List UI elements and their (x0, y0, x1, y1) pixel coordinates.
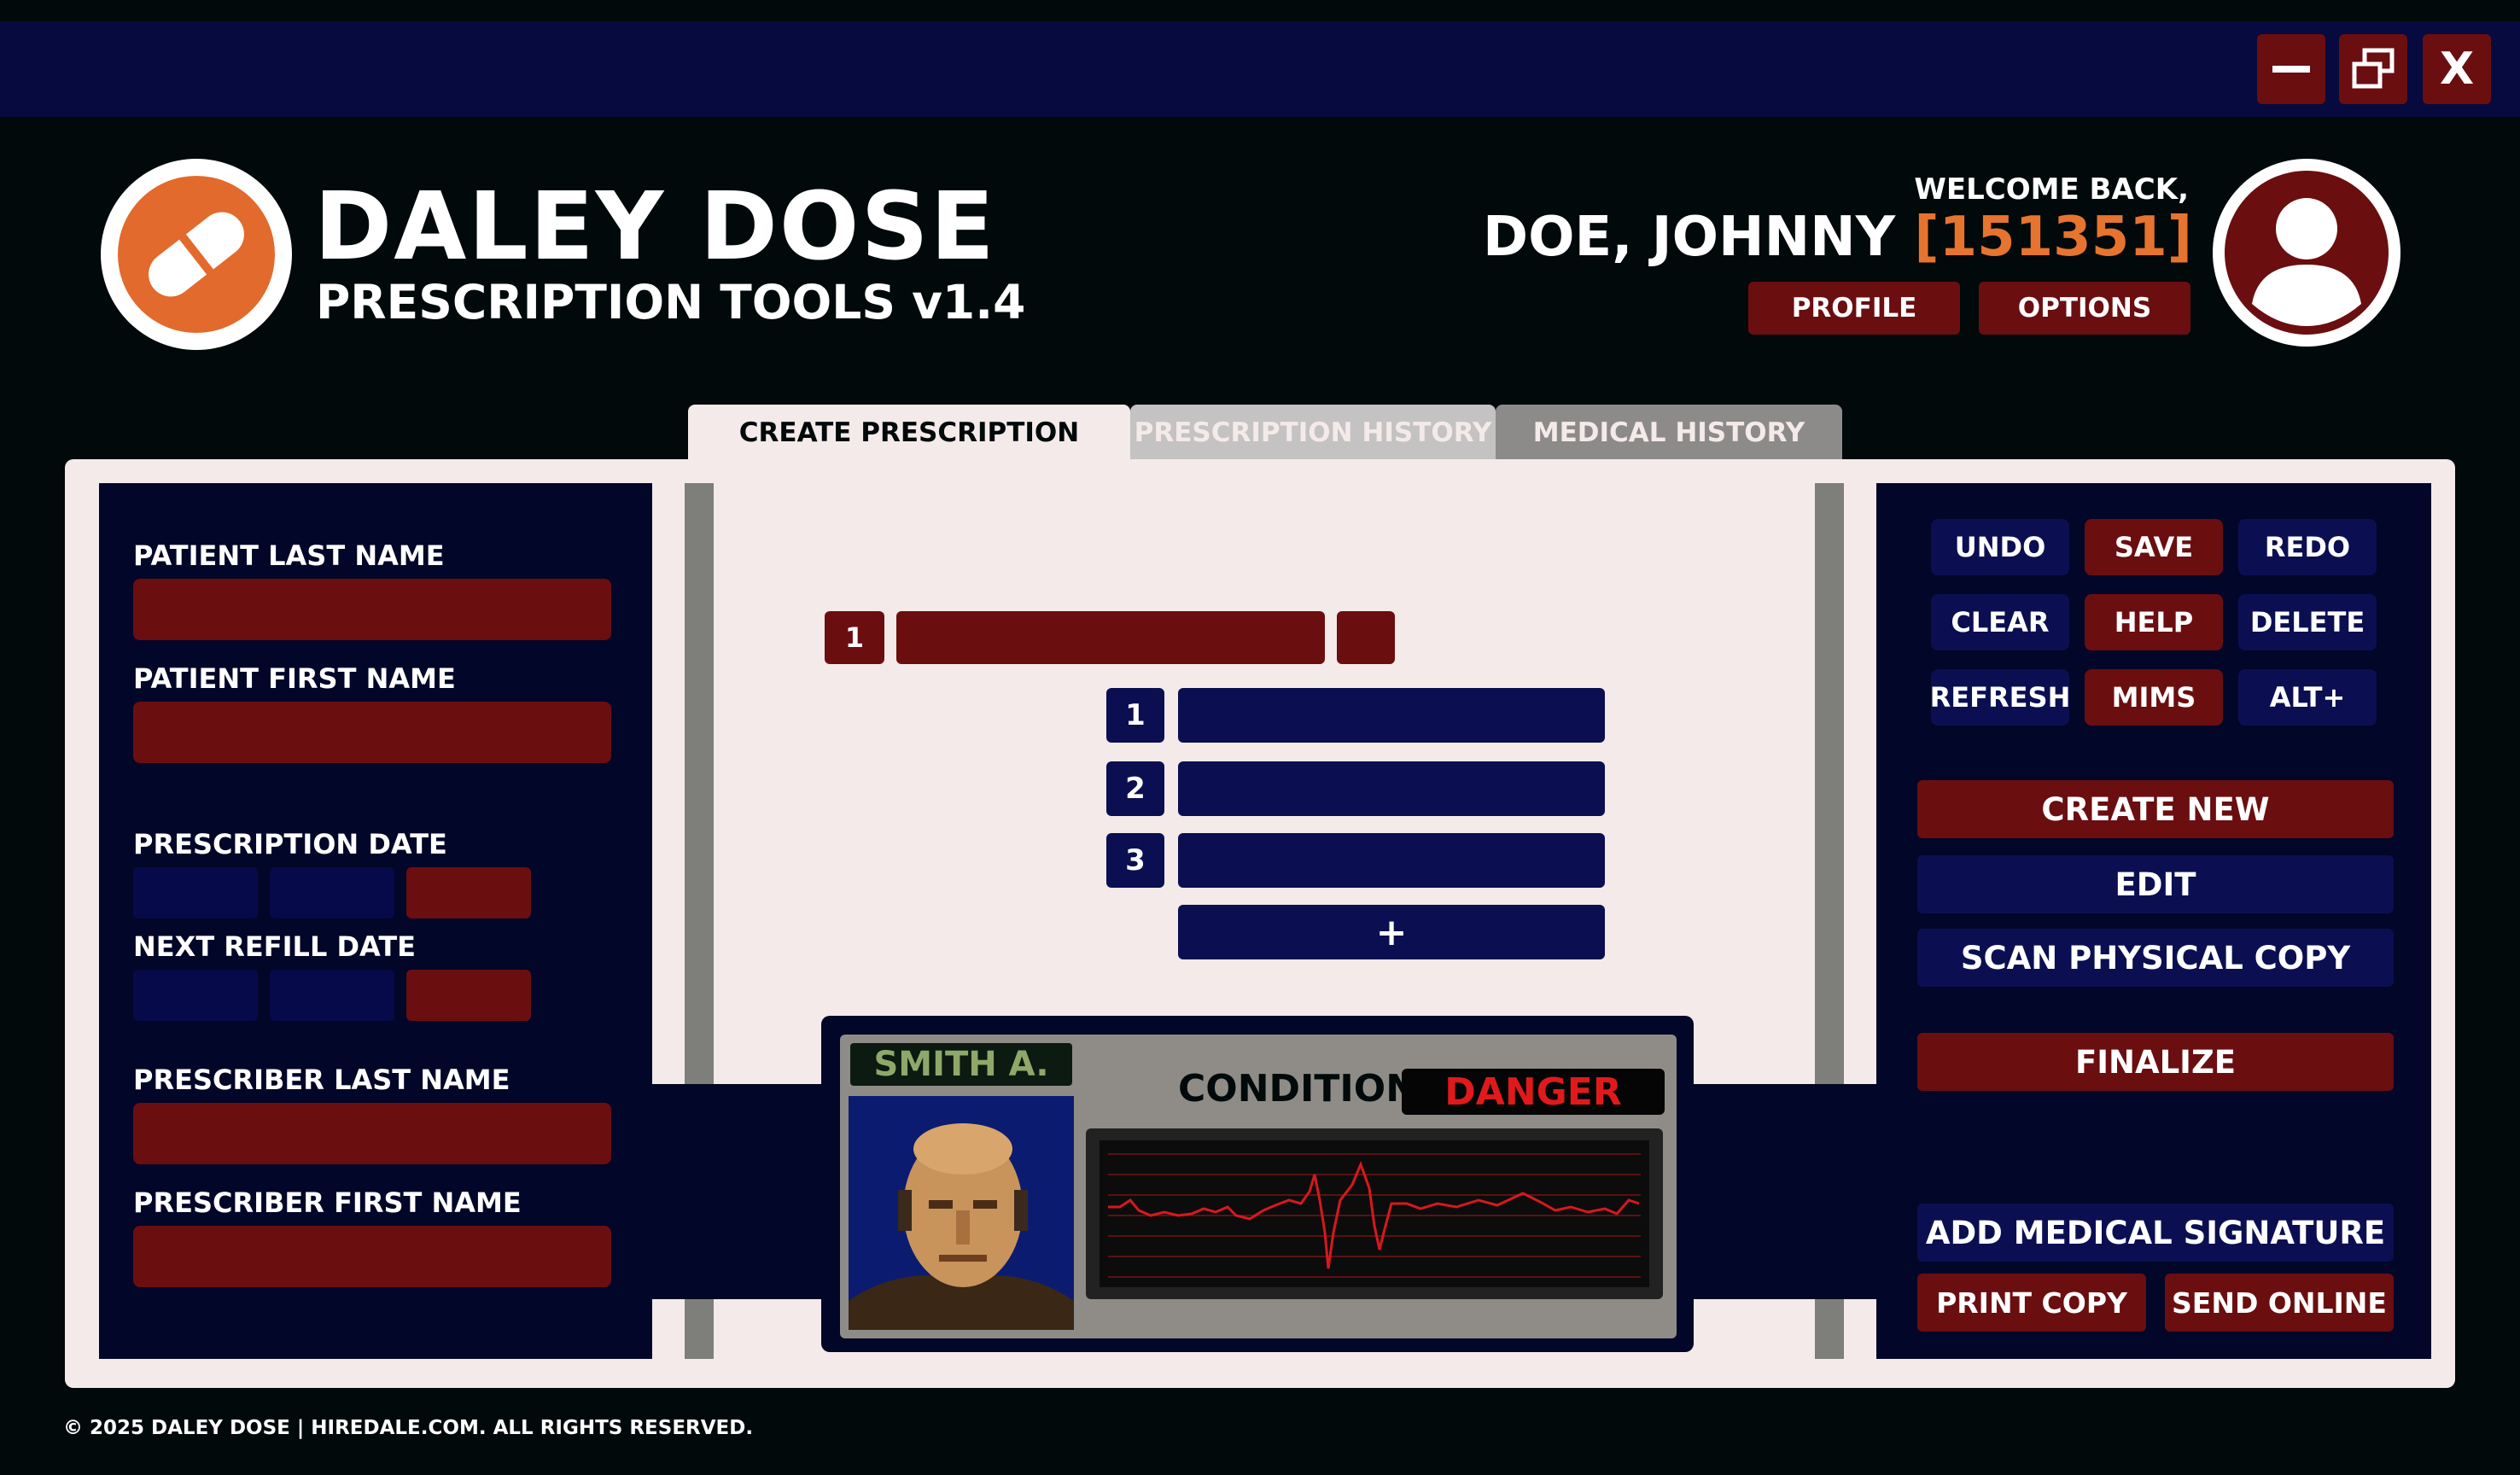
minimize-icon (2272, 66, 2310, 73)
user-icon (2225, 171, 2389, 335)
ecg-monitor (1100, 1140, 1649, 1287)
patient-photo (849, 1096, 1074, 1330)
sub-item-number-2: 2 (1106, 761, 1164, 816)
patient-first-name-field[interactable] (133, 702, 611, 763)
clear-button[interactable]: CLEAR (1931, 594, 2069, 650)
sub-item-field-1[interactable] (1178, 688, 1605, 743)
close-button[interactable]: X (2423, 34, 2491, 104)
sub-item-field-2[interactable] (1178, 761, 1605, 816)
prescription-date-day[interactable] (133, 867, 258, 918)
tab-create-prescription[interactable]: CREATE PRESCRIPTION (688, 405, 1130, 461)
refresh-button[interactable]: REFRESH (1930, 669, 2070, 726)
medication-dose-field[interactable] (1337, 611, 1395, 664)
sub-item-number-3: 3 (1106, 833, 1164, 888)
user-id: [151351] (1914, 206, 2192, 269)
condition-label: CONDITION (1178, 1067, 1418, 1111)
tab-medical-history[interactable]: MEDICAL HISTORY (1496, 405, 1842, 461)
title-bar (0, 21, 2520, 117)
prescriber-first-name-label: PRESCRIBER FIRST NAME (133, 1186, 522, 1219)
next-refill-date-label: NEXT REFILL DATE (133, 930, 416, 963)
profile-button[interactable]: PROFILE (1748, 282, 1960, 335)
prescription-date-label: PRESCRIPTION DATE (133, 828, 447, 860)
patient-first-name-label: PATIENT FIRST NAME (133, 662, 456, 695)
prescription-date-year[interactable] (406, 867, 531, 918)
add-medical-signature-button[interactable]: ADD MEDICAL SIGNATURE (1917, 1204, 2394, 1262)
prescriber-first-name-field[interactable] (133, 1226, 611, 1287)
app-title: DALEY DOSE (314, 172, 996, 281)
create-new-button[interactable]: CREATE NEW (1917, 780, 2394, 838)
user-line: DOE, JOHNNY [151351] (1483, 205, 2192, 270)
sub-item-field-3[interactable] (1178, 833, 1605, 888)
prescription-date-month[interactable] (270, 867, 394, 918)
avatar[interactable] (2213, 159, 2400, 347)
finalize-button[interactable]: FINALIZE (1917, 1033, 2394, 1091)
next-refill-date-day[interactable] (133, 970, 258, 1021)
footer-copyright: © 2025 DALEY DOSE | HIREDALE.COM. ALL RI… (63, 1417, 754, 1439)
patient-last-name-label: PATIENT LAST NAME (133, 539, 445, 572)
patient-last-name-field[interactable] (133, 579, 611, 640)
add-sub-item-button[interactable]: + (1178, 905, 1605, 959)
close-icon: X (2439, 44, 2475, 95)
help-button[interactable]: HELP (2085, 594, 2223, 650)
next-refill-date-month[interactable] (270, 970, 394, 1021)
send-online-button[interactable]: SEND ONLINE (2165, 1274, 2394, 1332)
undo-button[interactable]: UNDO (1931, 519, 2069, 575)
ecg-waveform (1108, 1153, 1641, 1278)
restore-button[interactable] (2339, 34, 2407, 104)
save-button[interactable]: SAVE (2085, 519, 2223, 575)
print-copy-button[interactable]: PRINT COPY (1917, 1274, 2146, 1332)
minimize-button[interactable] (2257, 34, 2325, 104)
condition-status-badge: DANGER (1402, 1069, 1665, 1115)
prescriber-last-name-label: PRESCRIBER LAST NAME (133, 1064, 510, 1096)
welcome-text: WELCOME BACK, (1914, 172, 2189, 207)
scan-physical-copy-button[interactable]: SCAN PHYSICAL COPY (1917, 929, 2394, 987)
alt-plus-button[interactable]: ALT+ (2238, 669, 2377, 726)
delete-button[interactable]: DELETE (2238, 594, 2377, 650)
pill-icon (118, 176, 275, 333)
mims-button[interactable]: MIMS (2085, 669, 2223, 726)
sub-item-number-1: 1 (1106, 688, 1164, 743)
user-name: DOE, JOHNNY (1482, 206, 1896, 269)
medication-name-field[interactable] (896, 611, 1325, 664)
prescriber-last-name-field[interactable] (133, 1103, 611, 1164)
options-button[interactable]: OPTIONS (1979, 282, 2190, 335)
redo-button[interactable]: REDO (2238, 519, 2377, 575)
restore-icon (2352, 48, 2395, 89)
prescription-item-number: 1 (825, 611, 884, 664)
edit-button[interactable]: EDIT (1917, 855, 2394, 913)
next-refill-date-year[interactable] (406, 970, 531, 1021)
patient-name-plate: SMITH A. (850, 1043, 1072, 1086)
tab-prescription-history[interactable]: PRESCRIPTION HISTORY (1130, 405, 1496, 461)
app-subtitle: PRESCRIPTION TOOLS v1.4 (316, 275, 1026, 329)
